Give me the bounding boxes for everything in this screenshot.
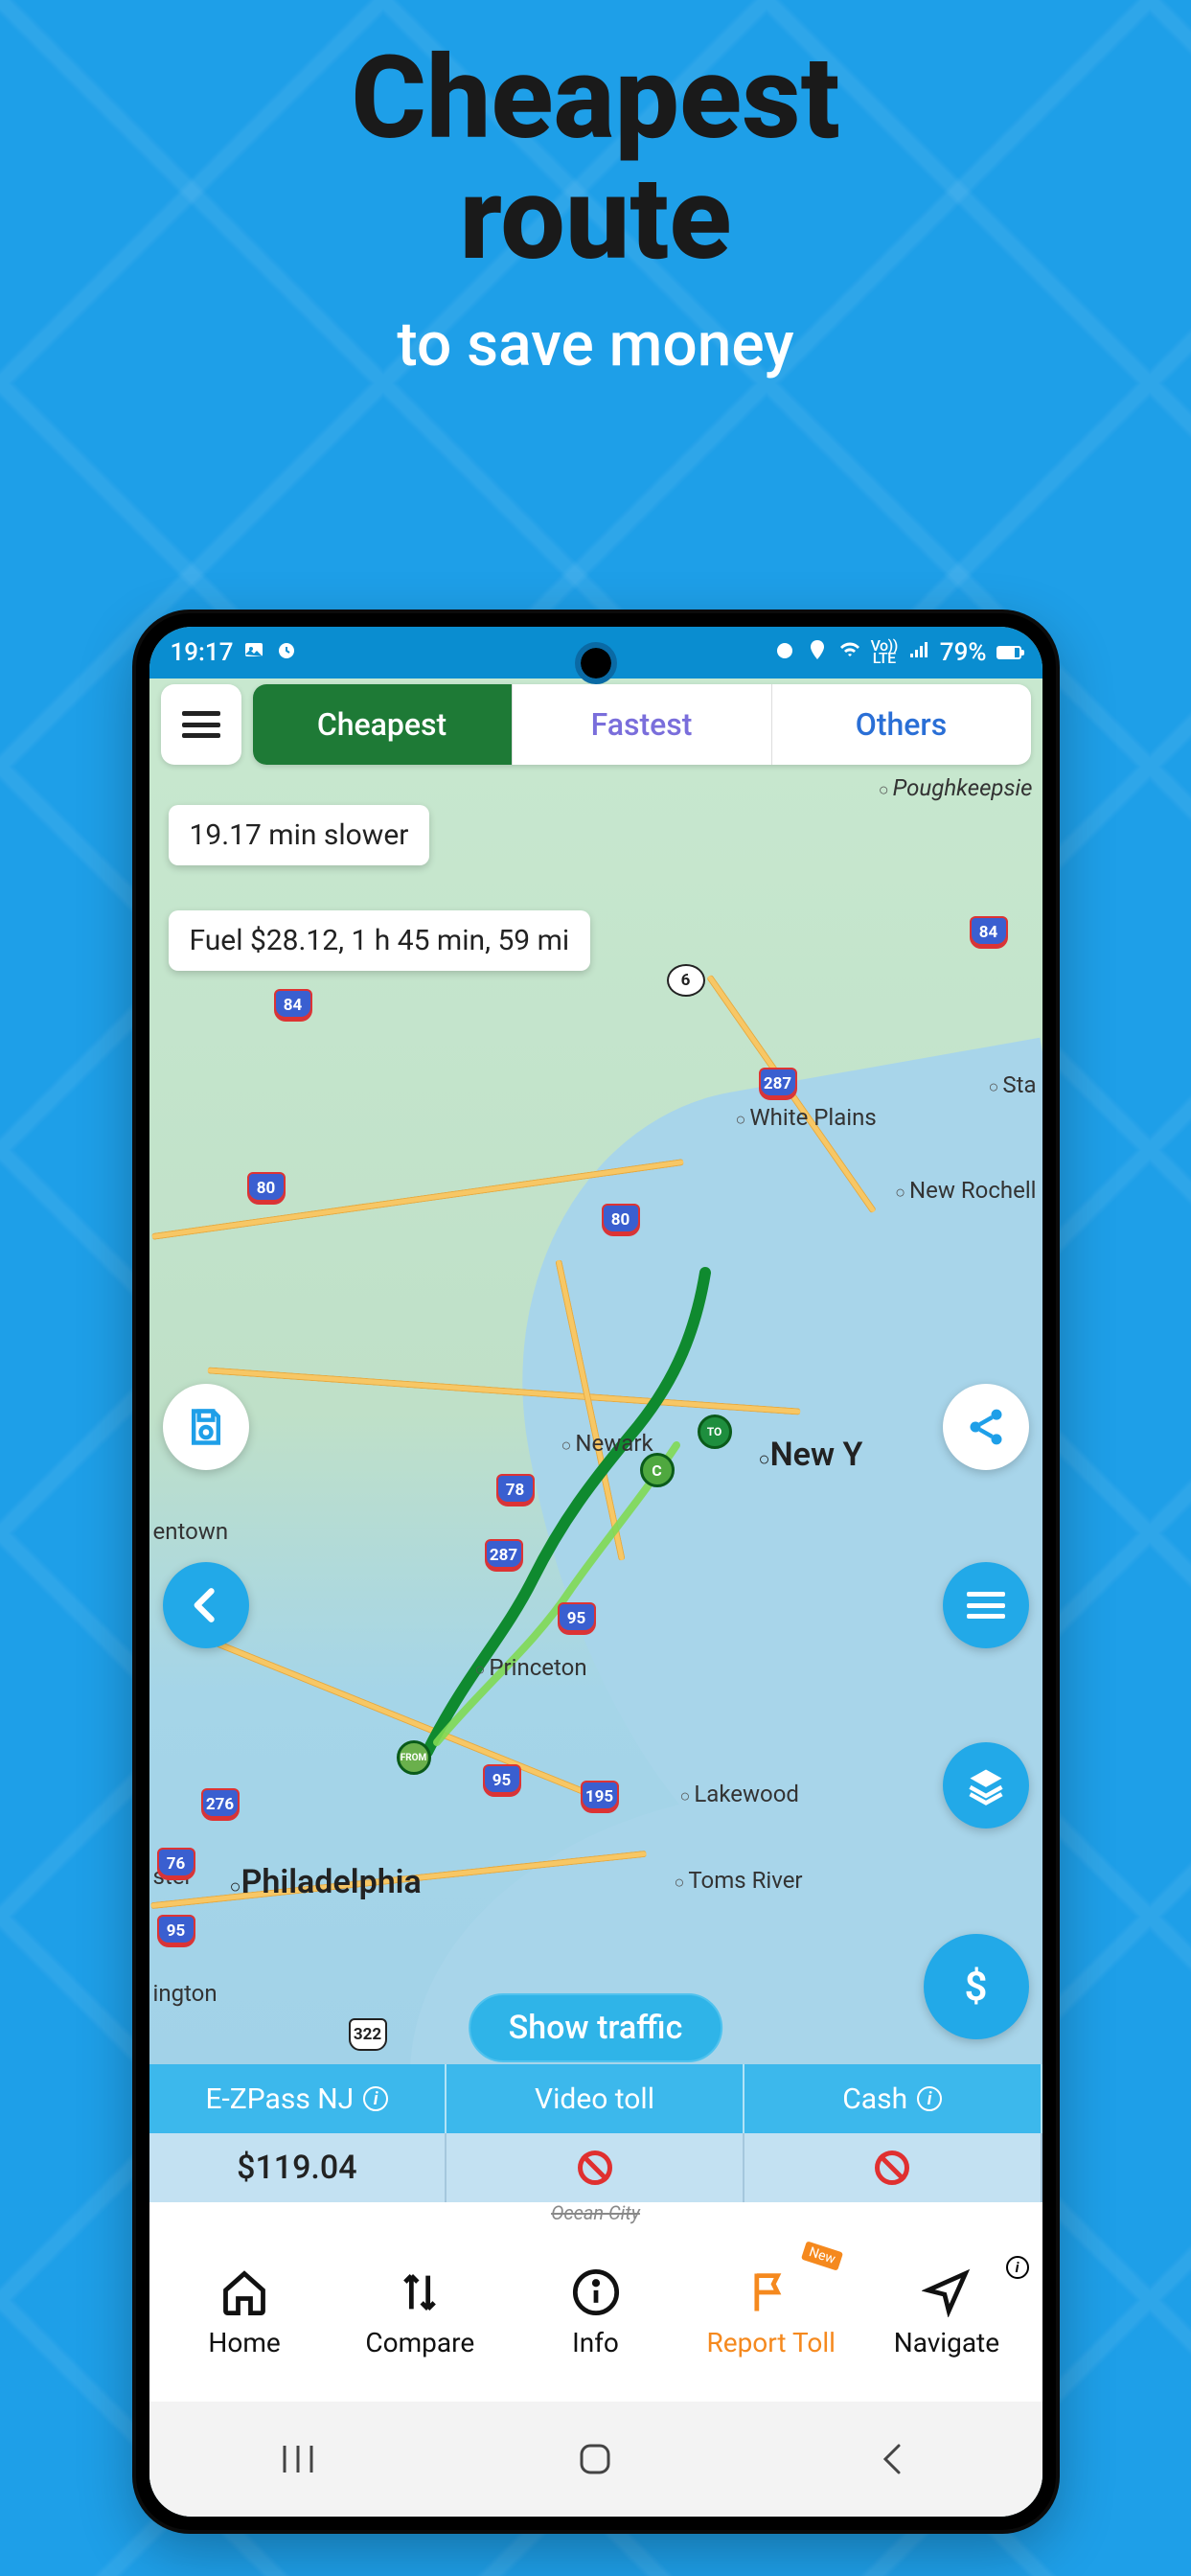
toll-header-cash[interactable]: Cash i — [744, 2064, 1042, 2133]
phone-mockup: 19:17 Vo))LTE 79% — [136, 613, 1056, 2530]
save-icon — [185, 1406, 227, 1448]
tab-others[interactable]: Others — [772, 684, 1031, 765]
marker-c[interactable]: C — [640, 1453, 675, 1487]
hamburger-icon — [967, 1592, 1005, 1619]
nav-compare[interactable]: Compare — [332, 2242, 508, 2382]
tab-cheapest[interactable]: Cheapest — [253, 684, 513, 765]
toll-header-ezpass[interactable]: E-ZPass NJ i — [149, 2064, 447, 2133]
nav-report-toll[interactable]: New Report Toll — [683, 2242, 859, 2382]
lte-icon: Vo))LTE — [871, 640, 898, 665]
info-icon[interactable]: i — [363, 2086, 388, 2111]
hamburger-icon — [182, 711, 220, 738]
place-poughkeepsie: Poughkeepsie — [879, 774, 1033, 801]
sys-home[interactable] — [566, 2440, 624, 2478]
place-lakewood: Lakewood — [680, 1781, 799, 1807]
battery-icon — [996, 646, 1021, 659]
save-button[interactable] — [163, 1384, 249, 1470]
navigate-icon — [922, 2267, 972, 2317]
place-toms-river: Toms River — [675, 1867, 803, 1894]
show-traffic-button[interactable]: Show traffic — [469, 1993, 723, 2062]
place-sta: Sta — [988, 1071, 1036, 1098]
place-new-york: ○New Y — [759, 1436, 863, 1474]
options-button[interactable] — [943, 1562, 1029, 1648]
phone-screen: 19:17 Vo))LTE 79% — [149, 627, 1042, 2517]
toll-price-cash — [744, 2133, 1042, 2202]
location-icon — [806, 638, 829, 668]
layers-button[interactable] — [943, 1742, 1029, 1828]
back-button[interactable] — [163, 1562, 249, 1648]
toll-price-video — [447, 2133, 744, 2202]
unavailable-icon — [570, 2144, 619, 2193]
arrow-left-icon — [185, 1584, 227, 1626]
hero-subtitle: to save money — [0, 309, 1191, 380]
signal-icon — [907, 638, 930, 668]
hero: Cheapest route to save money — [0, 0, 1191, 380]
alarm-icon — [275, 638, 298, 668]
toll-header-video[interactable]: Video toll — [447, 2064, 744, 2133]
share-button[interactable] — [943, 1384, 1029, 1470]
compare-icon — [395, 2267, 445, 2317]
toll-price-ezpass: $119.04 — [149, 2133, 447, 2202]
unavailable-icon — [868, 2144, 917, 2193]
nav-info[interactable]: Info — [508, 2242, 683, 2382]
chip-slower: 19.17 min slower — [169, 805, 430, 865]
info-icon — [571, 2267, 621, 2317]
marker-to[interactable]: TO — [698, 1414, 732, 1449]
tab-fastest[interactable]: Fastest — [513, 684, 772, 765]
shield-84: 84 — [970, 916, 1008, 949]
gallery-icon — [242, 638, 265, 668]
place-philadelphia: ○Philadelphia — [230, 1863, 422, 1901]
wifi-icon — [838, 638, 861, 668]
sys-back[interactable] — [864, 2440, 922, 2478]
nav-navigate[interactable]: i Navigate — [859, 2242, 1034, 2382]
shield-287: 287 — [485, 1539, 523, 1572]
battery-percent: 79% — [940, 638, 987, 667]
home-icon — [219, 2267, 269, 2317]
system-nav-bar — [149, 2402, 1042, 2517]
flag-icon — [746, 2267, 796, 2317]
shield-276: 276 — [201, 1788, 240, 1821]
shield-95: 95 — [483, 1764, 521, 1797]
shield-95: 95 — [558, 1602, 596, 1635]
shield-80: 80 — [247, 1172, 286, 1205]
place-princeton: Princeton — [475, 1654, 587, 1681]
chip-summary: Fuel $28.12, 1 h 45 min, 59 mi — [169, 910, 591, 971]
price-button[interactable]: $ — [924, 1934, 1029, 2039]
place-new-rochelle: New Rochell — [895, 1177, 1036, 1204]
camera-notch — [581, 648, 611, 678]
shield-78: 78 — [496, 1474, 535, 1506]
shield-322: 322 — [349, 2018, 387, 2051]
toll-table: E-ZPass NJ i Video toll Cash i $119.04 — [149, 2064, 1042, 2202]
place-white-plains: White Plains — [736, 1104, 877, 1131]
shield-84: 84 — [274, 989, 312, 1022]
info-icon[interactable]: i — [1006, 2256, 1029, 2279]
info-icon[interactable]: i — [917, 2086, 942, 2111]
layers-icon — [965, 1764, 1007, 1806]
place-newark: Newark — [561, 1430, 653, 1457]
nav-home[interactable]: Home — [157, 2242, 332, 2382]
dollar-icon: $ — [965, 1964, 988, 2011]
share-icon — [965, 1406, 1007, 1448]
marker-from[interactable]: FROM — [397, 1740, 431, 1775]
shield-195: 195 — [581, 1781, 619, 1813]
shield-287: 287 — [759, 1068, 797, 1100]
status-time: 19:17 — [171, 638, 234, 667]
shield-76: 76 — [157, 1848, 195, 1880]
route-tabs: Cheapest Fastest Others — [253, 684, 1031, 765]
sys-recents[interactable] — [269, 2440, 327, 2478]
place-entown: entown — [153, 1518, 229, 1545]
shield-95: 95 — [157, 1915, 195, 1947]
shield-6: 6 — [667, 964, 705, 997]
place-ington: ington — [153, 1980, 218, 2007]
bottom-nav: Home Compare Info New Report Toll i Navi… — [149, 2229, 1042, 2402]
alarm-icon — [773, 638, 796, 668]
shield-80: 80 — [602, 1204, 640, 1236]
new-badge: New — [801, 2241, 843, 2270]
hero-title: Cheapest route — [0, 38, 1191, 280]
menu-button[interactable] — [161, 684, 241, 765]
